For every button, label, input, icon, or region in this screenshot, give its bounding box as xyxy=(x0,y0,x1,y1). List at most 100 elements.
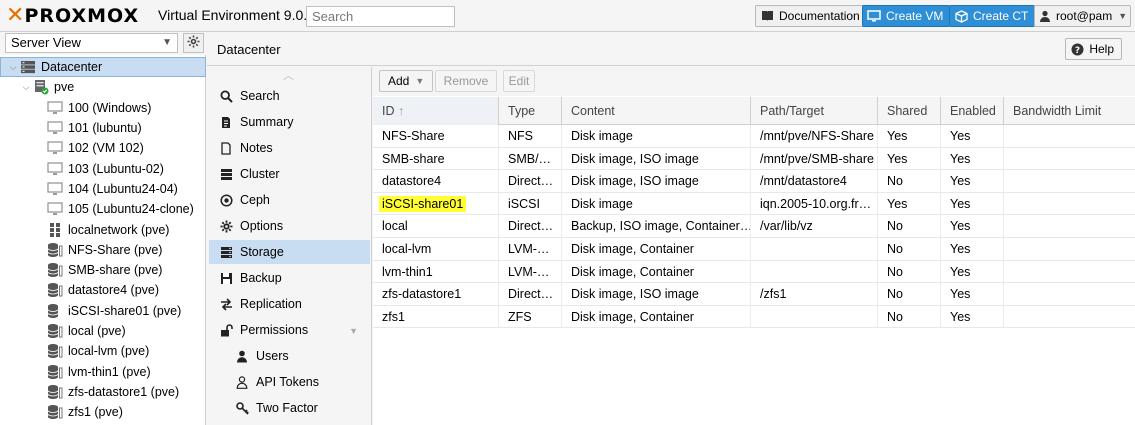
collapse-icon[interactable]: ⌵ xyxy=(7,62,19,73)
nav-item-api-tokens[interactable]: API Tokens xyxy=(209,370,370,394)
help-button[interactable]: ? Help xyxy=(1065,38,1122,60)
column-header-bandwidth[interactable]: Bandwidth Limit xyxy=(1004,97,1135,125)
nav-item-storage[interactable]: Storage xyxy=(209,240,370,264)
tree-item-storage[interactable]: NFS-Share (pve) xyxy=(0,240,206,260)
storage-icon xyxy=(46,343,64,359)
tree-item-storage[interactable]: iSCSI-share01 (pve) xyxy=(0,301,206,321)
column-header-content[interactable]: Content xyxy=(562,97,751,125)
nav-label: Backup xyxy=(240,271,282,285)
nav-item-replication[interactable]: Replication xyxy=(209,292,370,316)
cell-type: LVM-… xyxy=(499,260,562,284)
tree-item-datacenter[interactable]: ⌵ Datacenter xyxy=(0,57,206,78)
nav-item-notes[interactable]: Notes xyxy=(209,136,370,160)
tree-item-node-pve[interactable]: ⌵ pve xyxy=(0,77,206,97)
column-header-shared[interactable]: Shared xyxy=(878,97,941,125)
cell-bandwidth xyxy=(1004,215,1135,238)
tree-label: localnetwork (pve) xyxy=(68,222,170,237)
table-row[interactable]: lvm-thin1 LVM-… Disk image, Container No Yes xyxy=(373,260,1135,284)
view-settings-button[interactable] xyxy=(183,33,204,53)
table-row[interactable]: iSCSI-share01 iSCSI Disk image iqn.2005-10.… xyxy=(373,192,1135,216)
add-label: Add xyxy=(388,74,410,88)
tree-item-network[interactable]: localnetwork (pve) xyxy=(0,219,206,239)
nav-item-ceph[interactable]: Ceph xyxy=(209,188,370,212)
user-icon xyxy=(1039,9,1051,23)
tree-item-storage[interactable]: datastore4 (pve) xyxy=(0,280,206,300)
create-ct-button[interactable]: Create CT xyxy=(949,5,1036,27)
cell-shared: No xyxy=(878,237,941,261)
tree-item-vm[interactable]: 104 (Lubuntu24-04) xyxy=(0,179,206,199)
nav-label: Replication xyxy=(240,297,302,311)
nav-item-cluster[interactable]: Cluster xyxy=(209,162,370,186)
column-header-type[interactable]: Type xyxy=(499,97,562,125)
column-header-id[interactable]: ID ↑ xyxy=(373,97,499,125)
tree-item-vm[interactable]: 101 (lubuntu) xyxy=(0,118,206,138)
cell-text: Yes xyxy=(887,196,908,211)
nav-item-search[interactable]: Search xyxy=(209,84,370,108)
table-row[interactable]: zfs1 ZFS Disk image, Container No Yes xyxy=(373,305,1135,329)
table-row[interactable]: datastore4 Direct… Disk image, ISO image/m… xyxy=(373,170,1135,193)
tree-label: zfs1 (pve) xyxy=(68,405,123,420)
nav-item-permissions[interactable]: Permissions ▼ xyxy=(209,318,370,342)
cell-id: zfs-datastore1 xyxy=(373,283,499,306)
cell-enabled: Yes xyxy=(941,170,1004,193)
user-icon xyxy=(235,349,249,363)
documentation-button[interactable]: Documentation xyxy=(755,5,867,27)
tree-label: 101 (lubuntu) xyxy=(68,121,142,136)
proxmox-logo[interactable]: ✕ PROXMOX xyxy=(6,4,139,28)
cell-text: Yes xyxy=(950,196,971,211)
cell-text: No xyxy=(887,309,903,324)
tree-item-vm[interactable]: 102 (VM 102) xyxy=(0,138,206,158)
tree-item-storage[interactable]: zfs1 (pve) xyxy=(0,402,206,422)
panel-header: Datacenter ? Help xyxy=(207,32,1135,66)
cell-id: datastore4 xyxy=(373,170,499,193)
table-row[interactable]: SMB-share SMB/… Disk image, ISO image/mnt/… xyxy=(373,147,1135,171)
collapse-icon[interactable]: ⌵ xyxy=(20,82,32,93)
cell-text: Yes xyxy=(887,129,908,143)
nav-item-options[interactable]: Options xyxy=(209,214,370,238)
create-vm-button[interactable]: Create VM xyxy=(862,5,951,27)
view-select[interactable]: Server View ▼ xyxy=(5,33,178,53)
expand-icon[interactable]: ▼ xyxy=(349,326,358,336)
cell-text: local-lvm xyxy=(382,241,432,256)
cell-enabled: Yes xyxy=(941,125,1004,148)
user-menu-button[interactable]: root@pam ▼ xyxy=(1034,5,1131,27)
tree-item-storage[interactable]: lvm-thin1 (pve) xyxy=(0,361,206,381)
nav-item-two-factor[interactable]: Two Factor xyxy=(209,396,370,420)
nav-label: Options xyxy=(240,219,284,233)
nav-item-backup[interactable]: Backup xyxy=(209,266,370,290)
tree-item-vm[interactable]: 100 (Windows) xyxy=(0,98,206,118)
cell-text: /zfs1 xyxy=(760,287,787,302)
tree-item-vm[interactable]: 105 (Lubuntu24-clone) xyxy=(0,199,206,219)
tree-item-vm[interactable]: 103 (Lubuntu-02) xyxy=(0,158,206,178)
column-header-path[interactable]: Path/Target xyxy=(751,97,878,125)
column-label: Shared xyxy=(887,104,928,118)
scroll-up-icon[interactable]: ︿ xyxy=(283,67,294,83)
cell-bandwidth xyxy=(1004,261,1135,284)
add-button[interactable]: Add ▼ xyxy=(379,70,434,92)
top-bar: ✕ PROXMOX Virtual Environment 9.0.3 Docu… xyxy=(0,0,1135,32)
tree-item-storage[interactable]: local-lvm (pve) xyxy=(0,341,206,361)
tree-label: datastore4 (pve) xyxy=(68,283,160,298)
nav-item-users[interactable]: Users xyxy=(209,344,370,368)
tree-item-storage[interactable]: SMB-share (pve) xyxy=(0,260,206,280)
edit-button[interactable]: Edit xyxy=(503,70,535,92)
chevron-down-icon: ▼ xyxy=(1118,11,1128,21)
nav-item-summary[interactable]: Summary xyxy=(209,110,370,134)
cell-text: Disk image, ISO image xyxy=(571,287,699,302)
cell-bandwidth xyxy=(1004,148,1135,171)
table-row[interactable]: local Direct… Backup, ISO image, Container… xyxy=(373,215,1135,238)
table-row[interactable]: NFS-Share NFS Disk image/mnt/pve/NFS-Share… xyxy=(373,125,1135,148)
storage-toolbar: Add ▼ Remove Edit xyxy=(373,67,1135,96)
tree-item-storage[interactable]: local (pve) xyxy=(0,321,206,341)
search-input[interactable] xyxy=(306,6,455,27)
column-header-enabled[interactable]: Enabled xyxy=(941,97,1004,125)
table-row[interactable]: local-lvm LVM-… Disk image, Container No Yes xyxy=(373,237,1135,261)
monitor-icon xyxy=(867,9,881,23)
cell-content: Disk image, Container xyxy=(562,237,751,261)
table-row[interactable]: zfs-datastore1 Direct… Disk image, ISO ima… xyxy=(373,283,1135,306)
column-label: Enabled xyxy=(950,104,996,118)
vm-icon xyxy=(46,100,64,116)
cell-id: SMB-share xyxy=(373,147,499,171)
tree-item-storage[interactable]: zfs-datastore1 (pve) xyxy=(0,382,206,402)
remove-button[interactable]: Remove xyxy=(435,70,497,92)
